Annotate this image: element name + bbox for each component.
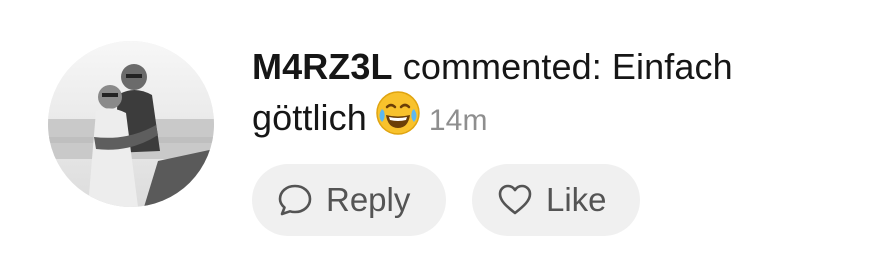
face-with-tears-of-joy-icon (375, 90, 421, 147)
speech-bubble-icon (276, 181, 314, 219)
avatar[interactable] (48, 41, 214, 207)
like-label: Like (546, 181, 607, 218)
notification-message: M4RZ3L commented: Einfach göttlich 14m (252, 44, 852, 147)
timestamp: 14m (428, 104, 488, 137)
comment-notification[interactable]: M4RZ3L commented: Einfach göttlich 14m Re… (0, 0, 879, 255)
username-link[interactable]: M4RZ3L (252, 46, 393, 87)
reply-button[interactable]: Reply (252, 164, 446, 236)
reply-label: Reply (326, 181, 411, 218)
notification-actions: Reply Like (252, 164, 640, 236)
like-button[interactable]: Like (472, 164, 640, 236)
notification-content: M4RZ3L commented: Einfach göttlich 14m (252, 44, 852, 147)
avatar-photo (48, 41, 214, 207)
heart-icon (496, 181, 534, 219)
